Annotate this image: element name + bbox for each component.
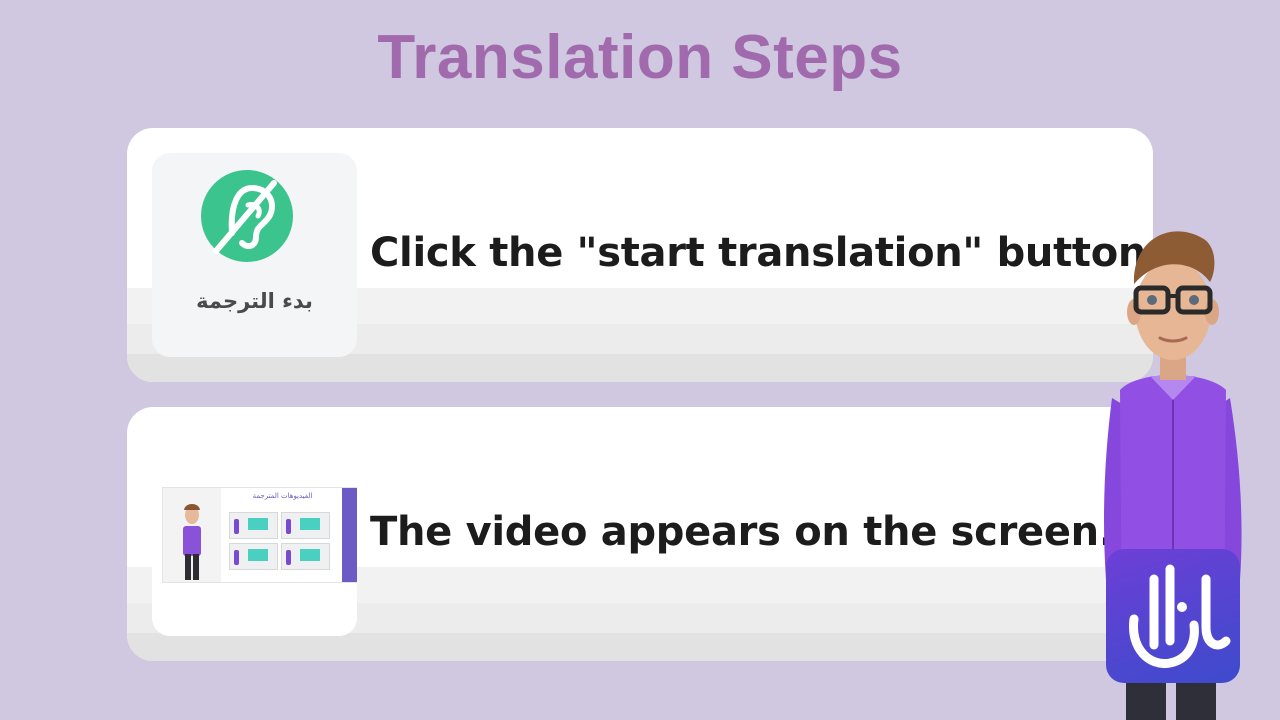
step-1-text: Click the "start translation" button. (370, 230, 1153, 276)
step-card-2: الفيديوهات المترجمة The video appears on… (127, 407, 1153, 661)
start-translation-button-image: بدء الترجمة (152, 153, 357, 357)
video-tile (229, 512, 278, 539)
video-tile (229, 543, 278, 570)
side-menu-bar (342, 488, 357, 582)
presenter-mini-icon (183, 504, 201, 580)
ear-strike-icon (201, 170, 293, 262)
presenter-pane (163, 488, 221, 582)
video-screen-image: الفيديوهات المترجمة (152, 432, 357, 636)
video-tile (281, 512, 330, 539)
start-translation-label: بدء الترجمة (196, 289, 313, 313)
brand-logo (1106, 549, 1240, 683)
screen-title: الفيديوهات المترجمة (252, 492, 313, 500)
app-screenshot: الفيديوهات المترجمة (162, 487, 357, 583)
brand-logo-icon (1129, 564, 1231, 669)
step-2-text: The video appears on the screen. (370, 509, 1114, 555)
page-title: Translation Steps (377, 23, 903, 92)
video-tile (281, 543, 330, 570)
step-card-1: بدء الترجمة Click the "start translation… (127, 128, 1153, 382)
